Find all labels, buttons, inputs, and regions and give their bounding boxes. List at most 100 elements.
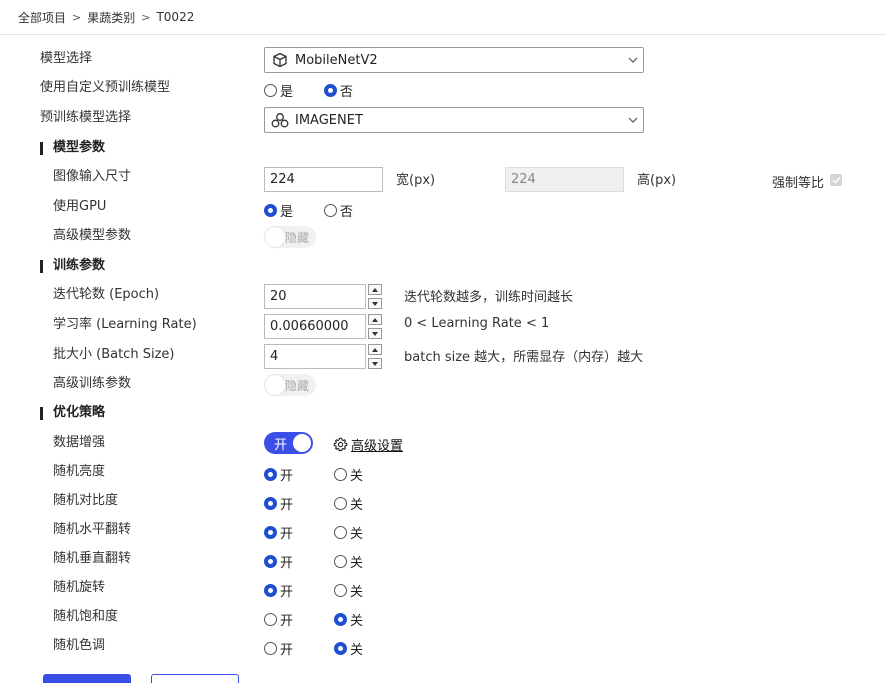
radio-dot [264, 497, 277, 510]
augmentation-label: 数据增强 [53, 435, 106, 450]
learning-rate-hint: 0 < Learning Rate < 1 [404, 316, 550, 331]
image-size-label: 图像输入尺寸 [53, 169, 132, 184]
width-unit-label: 宽(px) [396, 173, 436, 188]
section-title: 优化策略 [53, 405, 106, 420]
radio-dot [264, 613, 277, 626]
radio-dot [264, 526, 277, 539]
epoch-input[interactable]: 20 [264, 284, 366, 309]
augmentation-toggle[interactable]: 开 [264, 432, 313, 454]
augmentation-item-label: 随机垂直翻转 [53, 551, 132, 566]
model-select-label: 模型选择 [40, 51, 93, 66]
section-title: 训练参数 [53, 258, 106, 273]
decrement-arrow-icon[interactable] [368, 328, 382, 339]
chevron-down-icon [628, 57, 638, 63]
augmentation-item-label: 随机色调 [53, 638, 106, 653]
radio-label: 是 [280, 85, 294, 100]
radio-label: 是 [280, 205, 294, 220]
radio-dot [264, 555, 277, 568]
decrement-arrow-icon[interactable] [368, 298, 382, 309]
radio-label: 关 [350, 614, 364, 629]
breadcrumb-separator: > [141, 10, 151, 24]
pretrained-select-label: 预训练模型选择 [40, 110, 132, 125]
augmentation-on-radio[interactable]: 开 [264, 465, 293, 484]
radio-dot [264, 84, 277, 97]
increment-arrow-icon[interactable] [368, 314, 382, 325]
primary-button[interactable] [43, 674, 131, 683]
breadcrumb-item-category[interactable]: 果蔬类别 [87, 9, 135, 26]
radio-label: 关 [350, 585, 364, 600]
augmentation-on-radio[interactable]: 开 [264, 523, 293, 542]
radio-label: 否 [340, 85, 354, 100]
radio-label: 开 [280, 614, 294, 629]
radio-dot [334, 497, 347, 510]
advanced-settings-text: 高级设置 [351, 439, 404, 454]
section-model-params: 模型参数 [40, 139, 105, 157]
model-select[interactable]: MobileNetV2 [264, 47, 644, 73]
toggle-text: 开 [274, 437, 288, 453]
section-train-params: 训练参数 [40, 257, 105, 275]
radio-dot [334, 584, 347, 597]
toggle-knob [265, 227, 285, 247]
toggle-text: 隐藏 [285, 230, 310, 245]
epoch-stepper[interactable] [368, 284, 382, 309]
learning-rate-input[interactable]: 0.00660000 [264, 314, 366, 339]
advanced-model-params-toggle[interactable]: 隐藏 [264, 226, 316, 248]
augmentation-on-radio[interactable]: 开 [264, 552, 293, 571]
augmentation-off-radio[interactable]: 关 [334, 610, 363, 629]
custom-pretrained-yes-radio[interactable]: 是 [264, 81, 293, 100]
radio-dot [334, 468, 347, 481]
augmentation-on-radio[interactable]: 开 [264, 610, 293, 629]
radio-dot [334, 526, 347, 539]
increment-arrow-icon[interactable] [368, 284, 382, 295]
augmentation-on-radio[interactable]: 开 [264, 581, 293, 600]
augmentation-off-radio[interactable]: 关 [334, 581, 363, 600]
batch-size-input[interactable]: 4 [264, 344, 366, 369]
custom-pretrained-no-radio[interactable]: 否 [324, 81, 353, 100]
epoch-label: 迭代轮数 (Epoch) [53, 287, 160, 302]
pretrained-select[interactable]: IMAGENET [264, 107, 644, 133]
breadcrumb-item-all-projects[interactable]: 全部项目 [18, 9, 66, 26]
use-gpu-yes-radio[interactable]: 是 [264, 201, 293, 220]
augmentation-off-radio[interactable]: 关 [334, 639, 363, 658]
use-gpu-no-radio[interactable]: 否 [324, 201, 353, 220]
augmentation-on-radio[interactable]: 开 [264, 494, 293, 513]
secondary-button[interactable] [151, 674, 239, 683]
radio-dot [264, 584, 277, 597]
force-ratio-checkbox[interactable] [830, 174, 842, 186]
radio-label: 否 [340, 205, 354, 220]
toggle-knob [265, 375, 285, 395]
force-ratio-label: 强制等比 [772, 176, 825, 191]
cube-icon [271, 51, 289, 69]
augmentation-off-radio[interactable]: 关 [334, 552, 363, 571]
batch-size-stepper[interactable] [368, 344, 382, 369]
breadcrumb-item-current: T0022 [156, 10, 195, 24]
radio-label: 关 [350, 498, 364, 513]
decrement-arrow-icon[interactable] [368, 358, 382, 369]
radio-label: 关 [350, 643, 364, 658]
pretrained-select-value: IMAGENET [295, 112, 363, 128]
augmentation-off-radio[interactable]: 关 [334, 523, 363, 542]
breadcrumb: 全部项目 > 果蔬类别 > T0022 [18, 9, 194, 25]
batch-size-hint: batch size 越大，所需显存（内存）越大 [404, 350, 644, 365]
nodes-icon [271, 111, 289, 129]
augmentation-on-radio[interactable]: 开 [264, 639, 293, 658]
use-gpu-label: 使用GPU [53, 199, 107, 214]
advanced-train-params-toggle[interactable]: 隐藏 [264, 374, 316, 396]
section-title: 模型参数 [53, 140, 106, 155]
increment-arrow-icon[interactable] [368, 344, 382, 355]
learning-rate-stepper[interactable] [368, 314, 382, 339]
augmentation-off-radio[interactable]: 关 [334, 465, 363, 484]
augmentation-off-radio[interactable]: 关 [334, 494, 363, 513]
epoch-hint: 迭代轮数越多，训练时间越长 [404, 290, 574, 305]
gear-icon [333, 437, 348, 452]
height-unit-label: 高(px) [637, 173, 677, 188]
advanced-train-params-label: 高级训练参数 [53, 376, 132, 391]
radio-label: 关 [350, 469, 364, 484]
advanced-settings-link[interactable]: 高级设置 [333, 435, 403, 454]
radio-label: 关 [350, 527, 364, 542]
image-width-input[interactable]: 224 [264, 167, 383, 192]
radio-label: 开 [280, 643, 294, 658]
advanced-model-params-label: 高级模型参数 [53, 228, 132, 243]
radio-label: 开 [280, 469, 294, 484]
custom-pretrained-label: 使用自定义预训练模型 [40, 80, 171, 95]
